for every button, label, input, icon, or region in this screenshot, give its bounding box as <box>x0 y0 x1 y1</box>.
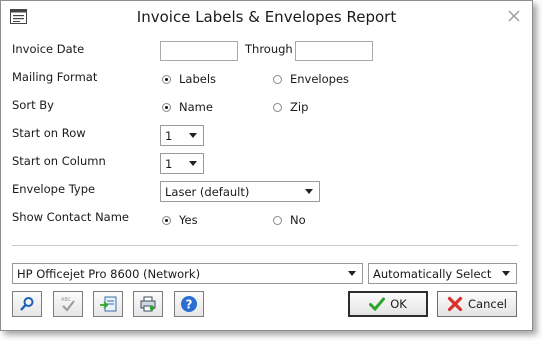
no-option-text: No <box>290 213 306 227</box>
show-contact-no-radio[interactable]: No <box>273 213 306 227</box>
help-icon: ? <box>181 296 197 312</box>
cancel-label: Cancel <box>468 297 507 311</box>
report-dialog: Invoice Labels & Envelopes Report Invoic… <box>0 0 533 331</box>
radio-unselected-icon <box>273 74 282 84</box>
printer-value: HP Officejet Pro 8600 (Network) <box>17 266 201 281</box>
cancel-button[interactable]: Cancel <box>437 291 517 317</box>
chevron-down-icon <box>189 133 197 138</box>
start-row-label: Start on Row <box>12 126 86 140</box>
spellcheck-icon: ABC <box>61 297 75 312</box>
name-option-text: Name <box>179 100 213 114</box>
paper-source-value: Automatically Select <box>373 266 492 281</box>
close-icon[interactable] <box>508 10 520 22</box>
magnifier-icon <box>20 297 34 311</box>
divider <box>12 245 518 246</box>
start-column-label: Start on Column <box>12 154 106 168</box>
envelope-type-select[interactable]: Laser (default) <box>160 181 320 202</box>
envelopes-option-text: Envelopes <box>290 72 350 86</box>
zip-option-text: Zip <box>290 100 309 114</box>
window-title: Invoice Labels & Envelopes Report <box>136 8 397 26</box>
mailing-format-label: Mailing Format <box>12 70 98 84</box>
export-icon <box>100 296 117 312</box>
radio-selected-icon <box>162 74 171 84</box>
start-row-value: 1 <box>165 128 173 143</box>
printer-select[interactable]: HP Officejet Pro 8600 (Network) <box>12 263 363 284</box>
start-column-value: 1 <box>165 156 173 171</box>
yes-option-text: Yes <box>179 213 198 227</box>
ok-button[interactable]: OK <box>348 291 428 317</box>
printer-setup-icon <box>140 296 156 312</box>
ok-label: OK <box>390 297 407 311</box>
chevron-down-icon <box>502 271 510 276</box>
preview-button[interactable] <box>12 291 42 317</box>
svg-text:ABC: ABC <box>61 297 72 303</box>
start-column-select[interactable]: 1 <box>160 153 204 174</box>
envelope-type-label: Envelope Type <box>12 182 96 196</box>
labels-option-text: Labels <box>179 72 217 86</box>
radio-unselected-icon <box>273 215 282 225</box>
cancel-x-icon <box>447 296 463 312</box>
paper-source-select[interactable]: Automatically Select <box>368 263 517 284</box>
sort-by-zip-radio[interactable]: Zip <box>273 100 308 114</box>
sort-by-label: Sort By <box>12 98 54 112</box>
title-bar: Invoice Labels & Envelopes Report <box>1 1 532 33</box>
printer-setup-button[interactable] <box>133 291 163 317</box>
export-button[interactable] <box>93 291 123 317</box>
start-row-select[interactable]: 1 <box>160 125 204 146</box>
invoice-date-label: Invoice Date <box>12 42 85 56</box>
chevron-down-icon <box>189 161 197 166</box>
mailing-format-labels-radio[interactable]: Labels <box>162 72 216 86</box>
chevron-down-icon <box>348 271 356 276</box>
help-button[interactable]: ? <box>174 291 204 317</box>
radio-selected-icon <box>162 215 171 225</box>
sort-by-name-radio[interactable]: Name <box>162 100 213 114</box>
show-contact-label: Show Contact Name <box>12 210 130 224</box>
invoice-date-field[interactable] <box>160 41 238 61</box>
spellcheck-button[interactable]: ABC <box>53 291 83 317</box>
mailing-format-envelopes-radio[interactable]: Envelopes <box>273 72 349 86</box>
show-contact-yes-radio[interactable]: Yes <box>162 213 198 227</box>
svg-text:?: ? <box>186 298 193 312</box>
radio-selected-icon <box>162 102 171 112</box>
through-label: Through <box>245 42 293 56</box>
checkmark-icon <box>369 297 386 311</box>
chevron-down-icon <box>305 189 313 194</box>
radio-unselected-icon <box>273 102 282 112</box>
envelope-type-value: Laser (default) <box>165 184 250 199</box>
through-date-field[interactable] <box>295 41 373 61</box>
